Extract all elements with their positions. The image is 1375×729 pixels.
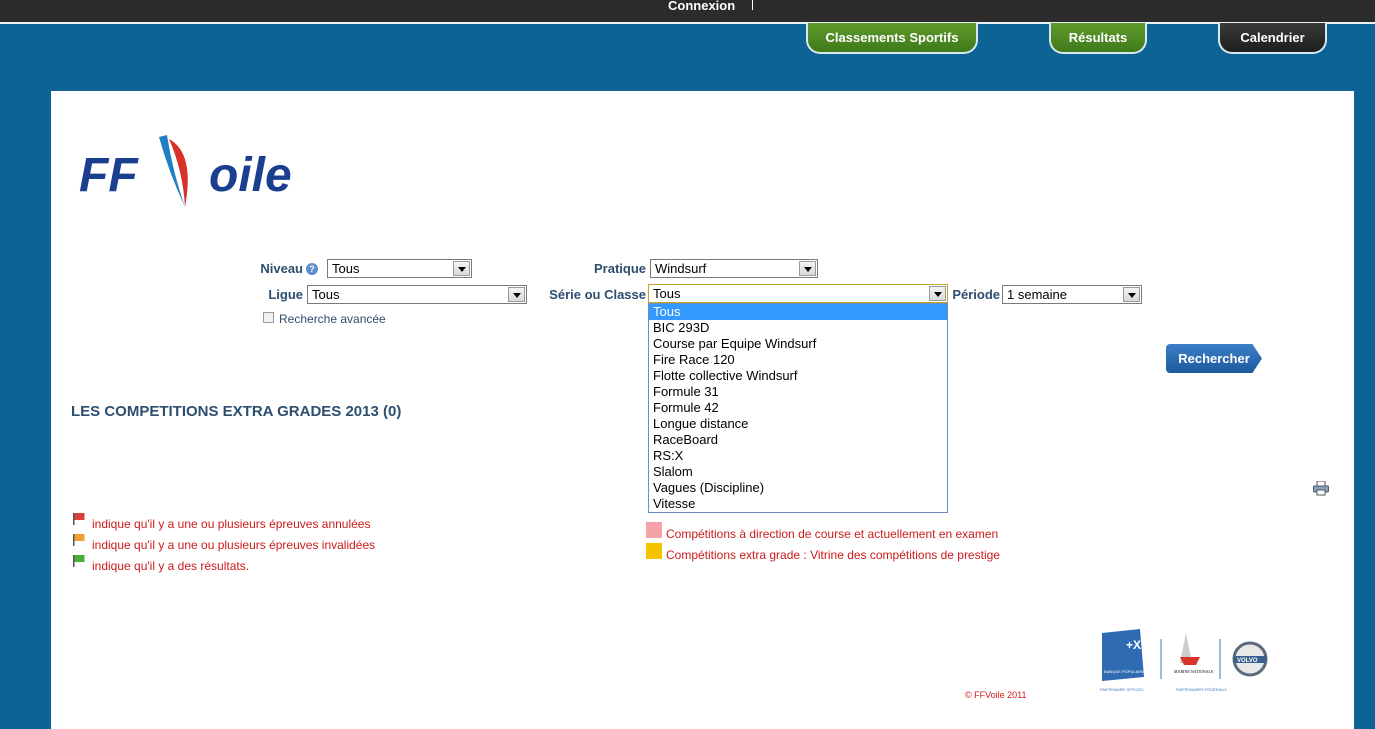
dropdown-option[interactable]: Formule 42	[649, 400, 947, 416]
svg-text:+X: +X	[1126, 638, 1141, 652]
pratique-label: Pratique	[593, 261, 646, 276]
search-button[interactable]: Rechercher	[1166, 344, 1262, 373]
partners-federal-text: PARTENAIRES FÉDÉRAUX	[1176, 687, 1227, 692]
periode-value: 1 semaine	[1007, 287, 1067, 302]
ffvoile-logo[interactable]: FF oile	[79, 113, 319, 213]
page-heading: LES COMPETITIONS EXTRA GRADES 2013 (0)	[71, 403, 402, 420]
legend-resultats: indique qu'il y a des résultats.	[92, 559, 250, 573]
dropdown-option[interactable]: RS:X	[649, 448, 947, 464]
legend-annulees: indique qu'il y a une ou plusieurs épreu…	[92, 517, 371, 531]
header-divider	[0, 22, 1375, 24]
periode-label: Période	[952, 287, 1000, 302]
dropdown-option[interactable]: Vagues (Discipline)	[649, 480, 947, 496]
dropdown-option[interactable]: Flotte collective Windsurf	[649, 368, 947, 384]
orange-flag-icon	[73, 534, 85, 546]
bp-text: BANQUE POPULAIRE	[1104, 669, 1145, 674]
periode-select[interactable]: 1 semaine	[1002, 285, 1142, 304]
niveau-value: Tous	[332, 261, 360, 276]
chevron-down-icon[interactable]	[508, 287, 525, 302]
serie-label: Série ou Classe	[549, 287, 646, 302]
marine-text: MARINE NATIONALE	[1174, 669, 1214, 674]
print-icon[interactable]	[1313, 481, 1329, 496]
ligue-label: Ligue	[268, 287, 303, 302]
serie-select[interactable]: Tous	[648, 284, 948, 303]
pratique-select[interactable]: Windsurf	[650, 259, 818, 278]
volvo-text: VOLVO	[1237, 658, 1258, 664]
yellow-square-icon	[646, 543, 662, 559]
legend-examen: Compétitions à direction de course et ac…	[666, 527, 999, 541]
pink-square-icon	[646, 522, 662, 538]
marine-nationale-logo[interactable]: MARINE NATIONALE	[1174, 633, 1214, 674]
dropdown-option[interactable]: Vitesse	[649, 496, 947, 512]
copyright: © FFVoile 2011	[965, 690, 1027, 700]
help-icon[interactable]: ?	[306, 263, 318, 275]
dropdown-option[interactable]: BIC 293D	[649, 320, 947, 336]
pratique-value: Windsurf	[655, 261, 707, 276]
chevron-down-icon[interactable]	[929, 286, 946, 301]
tab-calendrier[interactable]: Calendrier	[1218, 23, 1327, 54]
dropdown-option[interactable]: Fire Race 120	[649, 352, 947, 368]
dropdown-option[interactable]: Longue distance	[649, 416, 947, 432]
dropdown-option[interactable]: Slalom	[649, 464, 947, 480]
ligue-select[interactable]: Tous	[307, 285, 527, 304]
dropdown-option[interactable]: Formule 31	[649, 384, 947, 400]
partner-official-text: PARTENAIRE OFFICIEL	[1100, 687, 1145, 692]
niveau-label: Niveau	[260, 261, 303, 276]
legend-invalidees: indique qu'il y a une ou plusieurs épreu…	[92, 538, 376, 552]
dropdown-option[interactable]: RaceBoard	[649, 432, 947, 448]
chevron-down-icon[interactable]	[799, 261, 816, 276]
logo-text-voile: oile	[209, 149, 292, 202]
connexion-link[interactable]: Connexion	[668, 0, 735, 13]
serie-dropdown-list[interactable]: Tous BIC 293D Course par Equipe Windsurf…	[648, 303, 948, 513]
tab-classements-sportifs[interactable]: Classements Sportifs	[806, 23, 978, 54]
ligue-value: Tous	[312, 287, 340, 302]
red-flag-icon	[73, 513, 85, 525]
partners-logos: +X BANQUE POPULAIRE PARTENAIRE OFFICIEL …	[1100, 629, 1268, 692]
green-flag-icon	[73, 555, 85, 567]
advanced-search-label[interactable]: Recherche avancée	[279, 312, 386, 326]
topbar-separator	[752, 0, 753, 10]
chevron-down-icon[interactable]	[1123, 287, 1140, 302]
tab-resultats[interactable]: Résultats	[1049, 23, 1147, 54]
main-panel: FF oile Niveau ? Tous Pratique Windsurf …	[51, 91, 1354, 729]
volvo-logo[interactable]: VOLVO	[1232, 641, 1268, 677]
dropdown-option[interactable]: Course par Equipe Windsurf	[649, 336, 947, 352]
legend-prestige: Compétitions extra grade : Vitrine des c…	[666, 548, 1000, 562]
serie-value: Tous	[653, 286, 681, 301]
chevron-down-icon[interactable]	[453, 261, 470, 276]
banque-populaire-logo[interactable]: +X BANQUE POPULAIRE PARTENAIRE OFFICIEL	[1100, 629, 1145, 692]
logo-text-ff: FF	[79, 149, 139, 202]
top-bar: Connexion	[0, 0, 1375, 22]
dropdown-option[interactable]: Tous	[649, 304, 947, 320]
advanced-search-checkbox[interactable]	[263, 312, 274, 323]
niveau-select[interactable]: Tous	[327, 259, 472, 278]
